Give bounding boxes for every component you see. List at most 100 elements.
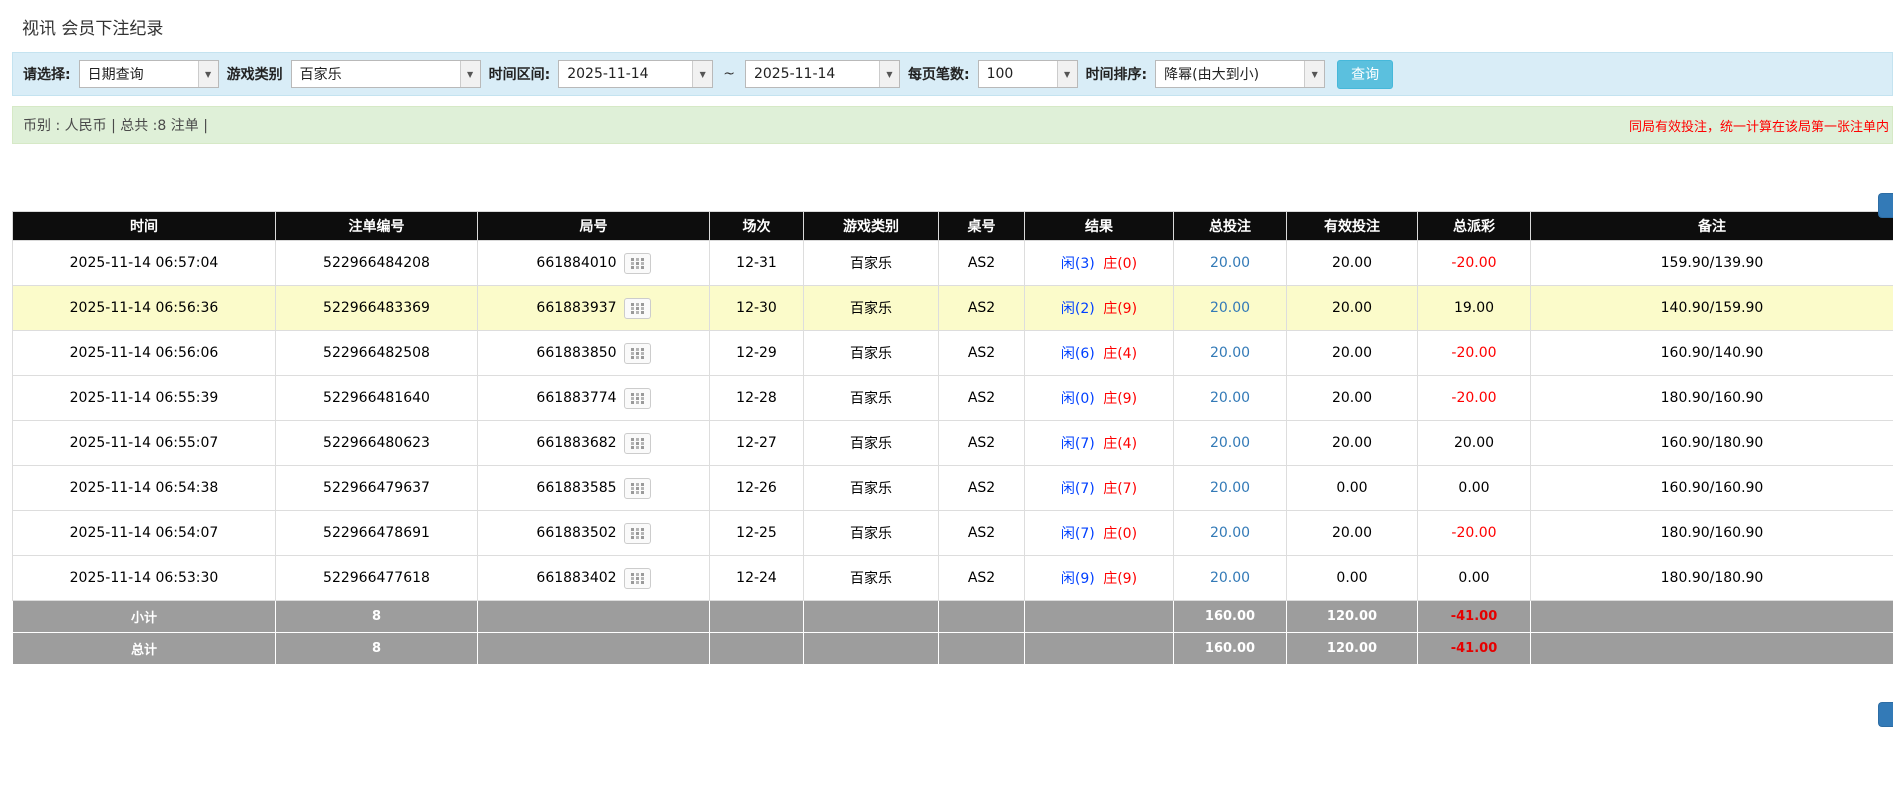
cell-result: 闲(7) 庄(4): [1025, 421, 1174, 466]
cell-session: 12-27: [710, 421, 804, 466]
cell-remark: 160.90/140.90: [1531, 331, 1893, 376]
total-bet-link[interactable]: 20.00: [1210, 570, 1250, 586]
cell-session: 12-28: [710, 376, 804, 421]
cell-game-type: 百家乐: [804, 421, 939, 466]
summary-total-bet: 160.00: [1174, 633, 1287, 665]
cell-round: 661883937: [478, 286, 710, 331]
payout-value: -20.00: [1451, 390, 1496, 406]
cell-payout: 19.00: [1418, 286, 1531, 331]
cell-round: 661883585: [478, 466, 710, 511]
cell-result: 闲(9) 庄(9): [1025, 556, 1174, 601]
total-bet-link[interactable]: 20.00: [1210, 390, 1250, 406]
game-type-select[interactable]: 百家乐 ▼: [291, 60, 481, 88]
cell-game-type: 百家乐: [804, 556, 939, 601]
cell-round: 661883774: [478, 376, 710, 421]
cutoff-button-top[interactable]: [1878, 193, 1893, 218]
result-player: 闲(7): [1061, 481, 1095, 497]
column-header: 时间: [13, 212, 276, 241]
result-player: 闲(0): [1061, 391, 1095, 407]
total-bet-link[interactable]: 20.00: [1210, 435, 1250, 451]
table-row[interactable]: 2025-11-14 06:54:07 522966478691 6618835…: [13, 511, 1893, 556]
cell-total-bet: 20.00: [1174, 421, 1287, 466]
cell-bet-id: 522966479637: [276, 466, 478, 511]
currency-count-summary: 币别 : 人民币 | 总共 :8 注单 |: [23, 115, 208, 135]
cell-payout: -20.00: [1418, 511, 1531, 556]
cell-session: 12-31: [710, 241, 804, 286]
cell-bet-id: 522966483369: [276, 286, 478, 331]
chevron-down-icon[interactable]: ▼: [692, 61, 712, 87]
result-banker: 庄(9): [1103, 571, 1137, 587]
game-type-label: 游戏类别: [227, 64, 283, 84]
page-size-input[interactable]: 100 ▼: [978, 60, 1078, 88]
cell-valid-bet: 20.00: [1287, 421, 1418, 466]
roadmap-button[interactable]: [624, 523, 651, 544]
cell-payout: 20.00: [1418, 421, 1531, 466]
cell-table-no: AS2: [939, 241, 1025, 286]
roadmap-icon: [631, 258, 644, 269]
page-size-value: 100: [979, 61, 1057, 87]
date-to-input[interactable]: 2025-11-14 ▼: [745, 60, 900, 88]
total-bet-link[interactable]: 20.00: [1210, 255, 1250, 271]
cell-round: 661883402: [478, 556, 710, 601]
cell-total-bet: 20.00: [1174, 511, 1287, 556]
cell-game-type: 百家乐: [804, 466, 939, 511]
chevron-down-icon[interactable]: ▼: [460, 61, 480, 87]
table-row[interactable]: 2025-11-14 06:55:39 522966481640 6618837…: [13, 376, 1893, 421]
result-banker: 庄(7): [1103, 481, 1137, 497]
query-type-select[interactable]: 日期查询 ▼: [79, 60, 219, 88]
cell-total-bet: 20.00: [1174, 376, 1287, 421]
cell-session: 12-29: [710, 331, 804, 376]
total-bet-link[interactable]: 20.00: [1210, 345, 1250, 361]
cell-round: 661883502: [478, 511, 710, 556]
cell-bet-id: 522966484208: [276, 241, 478, 286]
table-row[interactable]: 2025-11-14 06:53:30 522966477618 6618834…: [13, 556, 1893, 601]
cell-result: 闲(6) 庄(4): [1025, 331, 1174, 376]
cell-session: 12-24: [710, 556, 804, 601]
search-button[interactable]: 查询: [1337, 60, 1393, 89]
roadmap-button[interactable]: [624, 253, 651, 274]
summary-count: 8: [276, 601, 478, 633]
cell-valid-bet: 0.00: [1287, 466, 1418, 511]
cell-total-bet: 20.00: [1174, 556, 1287, 601]
query-type-label: 请选择:: [23, 64, 71, 84]
cell-time: 2025-11-14 06:55:39: [13, 376, 276, 421]
chevron-down-icon[interactable]: ▼: [198, 61, 218, 87]
table-row[interactable]: 2025-11-14 06:55:07 522966480623 6618836…: [13, 421, 1893, 466]
chevron-down-icon[interactable]: ▼: [1304, 61, 1324, 87]
cell-remark: 140.90/159.90: [1531, 286, 1893, 331]
sort-label: 时间排序:: [1086, 64, 1148, 84]
cell-total-bet: 20.00: [1174, 286, 1287, 331]
date-from-input[interactable]: 2025-11-14 ▼: [558, 60, 713, 88]
game-type-value: 百家乐: [292, 61, 460, 87]
cell-remark: 180.90/160.90: [1531, 376, 1893, 421]
cell-session: 12-30: [710, 286, 804, 331]
result-banker: 庄(9): [1103, 301, 1137, 317]
total-bet-link[interactable]: 20.00: [1210, 525, 1250, 541]
chevron-down-icon[interactable]: ▼: [1057, 61, 1077, 87]
roadmap-button[interactable]: [624, 478, 651, 499]
result-banker: 庄(0): [1103, 526, 1137, 542]
roadmap-button[interactable]: [624, 343, 651, 364]
total-bet-link[interactable]: 20.00: [1210, 300, 1250, 316]
cell-valid-bet: 20.00: [1287, 241, 1418, 286]
table-row[interactable]: 2025-11-14 06:57:04 522966484208 6618840…: [13, 241, 1893, 286]
cell-game-type: 百家乐: [804, 241, 939, 286]
table-row[interactable]: 2025-11-14 06:56:36 522966483369 6618839…: [13, 286, 1893, 331]
roadmap-icon: [631, 348, 644, 359]
cell-payout: -20.00: [1418, 376, 1531, 421]
roadmap-button[interactable]: [624, 433, 651, 454]
chevron-down-icon[interactable]: ▼: [879, 61, 899, 87]
table-row[interactable]: 2025-11-14 06:54:38 522966479637 6618835…: [13, 466, 1893, 511]
sort-select[interactable]: 降幂(由大到小) ▼: [1155, 60, 1325, 88]
cell-result: 闲(3) 庄(0): [1025, 241, 1174, 286]
total-bet-link[interactable]: 20.00: [1210, 480, 1250, 496]
summary-payout: -41.00: [1418, 633, 1531, 665]
roadmap-button[interactable]: [624, 388, 651, 409]
cell-valid-bet: 20.00: [1287, 376, 1418, 421]
payout-value: 0.00: [1458, 480, 1489, 496]
cutoff-button-bottom[interactable]: [1878, 702, 1893, 727]
roadmap-button[interactable]: [624, 298, 651, 319]
roadmap-button[interactable]: [624, 568, 651, 589]
bet-records-table: 时间 注单编号 局号 场次 游戏类别 桌号 结果 总投注 有效投注 总派彩 备注…: [12, 211, 1893, 665]
table-row[interactable]: 2025-11-14 06:56:06 522966482508 6618838…: [13, 331, 1893, 376]
